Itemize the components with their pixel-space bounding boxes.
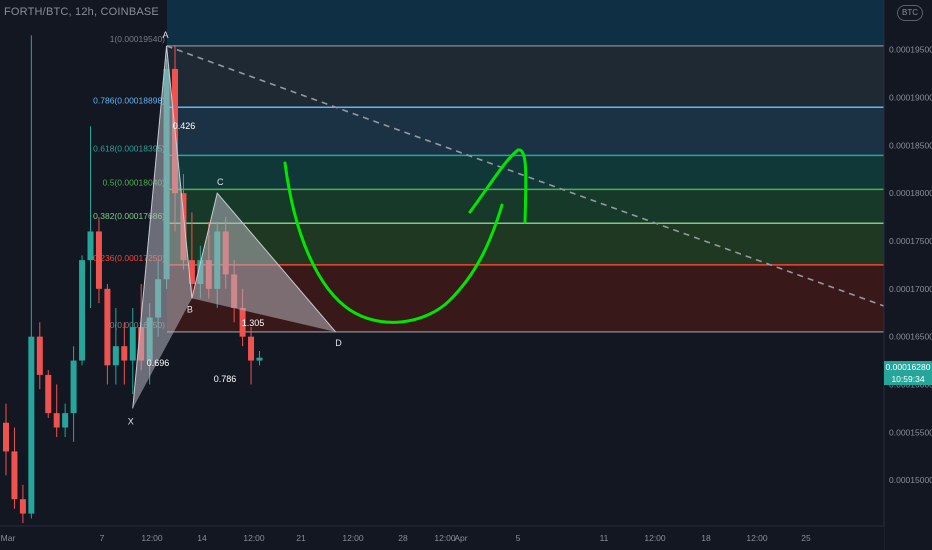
x-tick-label: 11 — [600, 533, 609, 543]
x-tick-label: 12:00 — [342, 533, 364, 543]
x-tick-label: Mar — [1, 533, 16, 543]
x-tick-label: 14 — [197, 533, 207, 543]
candle-body — [87, 231, 94, 261]
candle-body — [53, 413, 60, 428]
pattern-point-label: C — [217, 177, 224, 187]
y-tick-label: 0.00019500 — [889, 45, 932, 55]
pattern-ratio-label: 0.426 — [173, 121, 196, 131]
candle-body — [11, 451, 18, 500]
bar-countdown: 10:59:34 — [891, 374, 925, 384]
x-tick-label: 12:00 — [434, 533, 456, 543]
x-tick-label: 7 — [100, 533, 105, 543]
fib-level-label: 0.618(0.00018395) — [93, 143, 165, 153]
y-tick-label: 0.00015500 — [889, 427, 932, 437]
candle-body — [36, 336, 43, 375]
y-tick-label: 0.00018000 — [889, 188, 932, 198]
candle-body — [129, 327, 136, 361]
fib-band-top — [167, 0, 884, 46]
candle-body — [28, 336, 35, 514]
y-tick-label: 0.00015000 — [889, 475, 932, 485]
fib-level-label: 0.786(0.00018898) — [93, 95, 165, 105]
y-tick-label: 0.00019000 — [889, 93, 932, 103]
fib-band — [167, 223, 884, 265]
y-tick-label: 0.00018500 — [889, 140, 932, 150]
candle-body — [95, 231, 102, 289]
x-tick-label: 12:00 — [644, 533, 666, 543]
candle-body — [121, 346, 128, 361]
candle-body — [112, 346, 119, 366]
x-tick-label: Apr — [454, 533, 467, 543]
x-tick-label: 21 — [296, 533, 306, 543]
currency-badge[interactable]: BTC — [897, 5, 923, 21]
y-tick-label: 0.00017500 — [889, 236, 932, 246]
symbol-title: FORTH/BTC, 12h, COINBASE — [4, 6, 159, 18]
candle-body — [70, 360, 77, 414]
fib-band — [167, 107, 884, 156]
price-chart[interactable]: 1(0.00019540) 0.786(0.00018898) 0.618(0.00… — [0, 0, 932, 550]
pattern-point-label: B — [187, 304, 193, 314]
x-tick-label: 18 — [701, 533, 711, 543]
candle-body — [248, 336, 255, 361]
x-tick-label: 25 — [801, 533, 811, 543]
candle-body — [3, 422, 9, 452]
candle-body — [19, 499, 26, 514]
last-price-tag: 0.00016280 10:59:34 — [884, 361, 932, 385]
x-tick-label: 5 — [516, 533, 521, 543]
x-tick-label: 12:00 — [746, 533, 768, 543]
pattern-ratio-label: 1.305 — [242, 318, 265, 328]
candle-body — [45, 374, 52, 414]
pattern-ratio-label: 0.696 — [147, 358, 170, 368]
y-tick-label: 0.00017000 — [889, 284, 932, 294]
pattern-point-label: A — [163, 30, 169, 40]
y-tick-label: 0.00016500 — [889, 332, 932, 342]
fib-level-label: 1(0.00019540) — [110, 34, 165, 44]
last-price-value: 0.00016280 — [885, 362, 931, 372]
pattern-point-label: D — [335, 338, 342, 348]
pattern-ratio-label: 0.786 — [214, 374, 237, 384]
price-axis-bg — [884, 0, 932, 550]
x-tick-label: 12:00 — [141, 533, 163, 543]
candle-body — [79, 260, 86, 361]
candle-body — [256, 357, 263, 361]
candle-body — [62, 413, 69, 428]
pattern-point-label: X — [128, 416, 134, 426]
fib-band — [167, 45, 884, 108]
x-tick-label: 12:00 — [243, 533, 265, 543]
x-tick-label: 28 — [398, 533, 408, 543]
candle-body — [104, 288, 111, 366]
